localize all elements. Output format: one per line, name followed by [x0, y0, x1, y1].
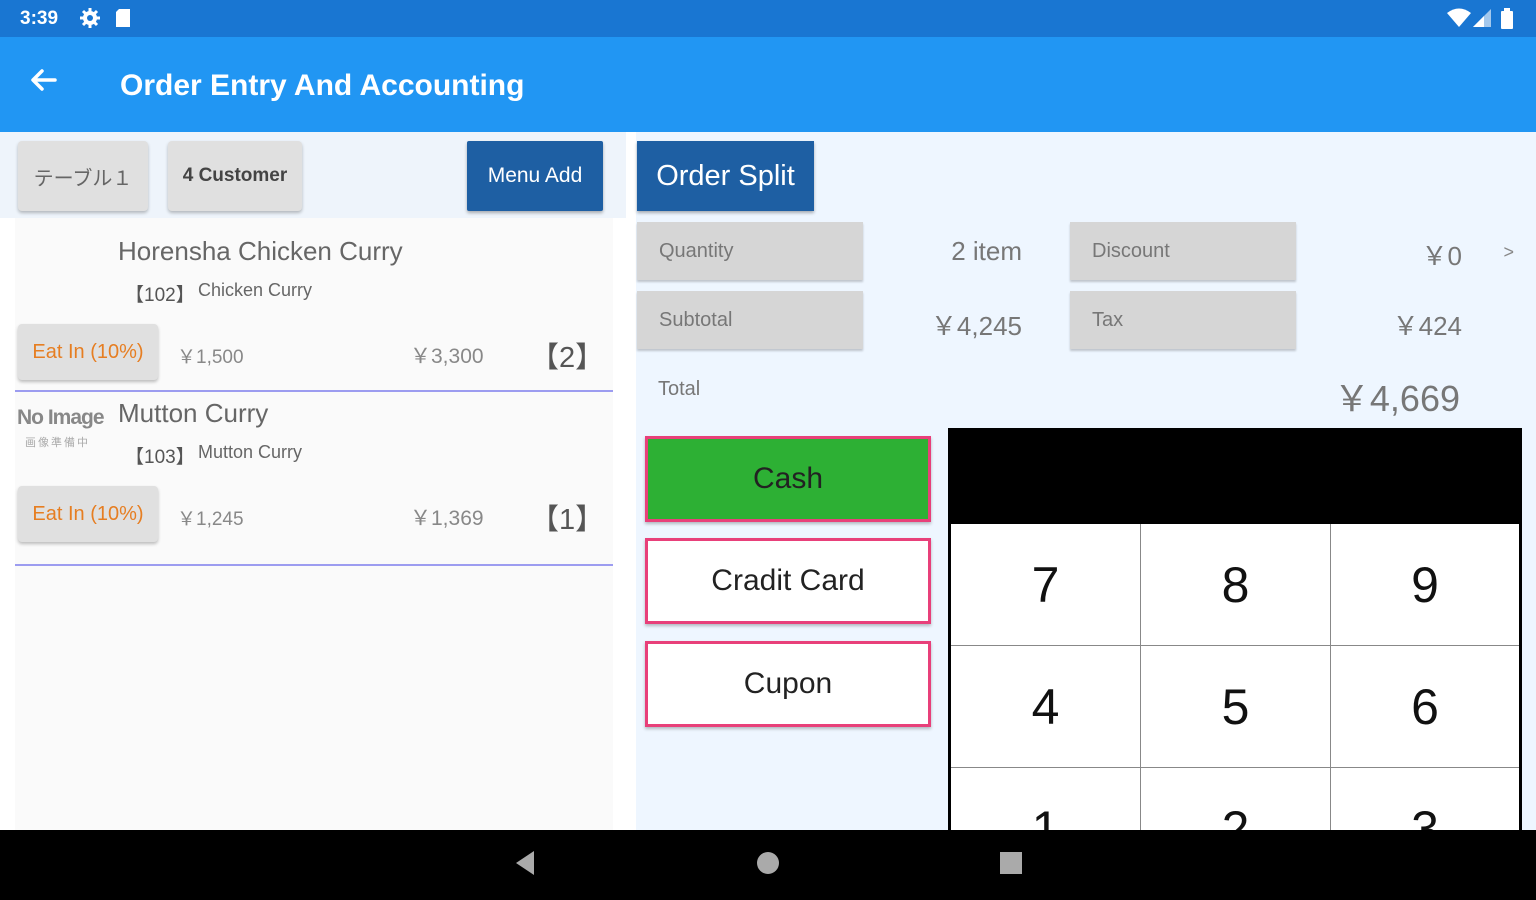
item-quantity[interactable]: 【2】 [530, 334, 604, 376]
key-1[interactable]: 1 [951, 768, 1141, 830]
unit-price: ￥1,245 [177, 509, 244, 530]
key-8[interactable]: 8 [1141, 524, 1331, 646]
item-name: Mutton Curry [118, 398, 269, 428]
item-code-name: Mutton Curry [198, 442, 303, 462]
system-nav-bar [0, 830, 1536, 900]
key-7[interactable]: 7 [951, 524, 1141, 646]
quantity-value: 2 item [951, 236, 1022, 266]
order-item[interactable]: No Image 画像準備中 Mutton Curry 【103】 Mutton… [15, 392, 613, 566]
sd-card-icon [114, 8, 132, 33]
gear-icon [80, 8, 100, 33]
no-image-placeholder: No Image 画像準備中 [17, 406, 109, 450]
nav-back-button[interactable] [505, 850, 545, 880]
wifi-icon [1446, 8, 1472, 33]
tax-label: Tax [1070, 291, 1296, 349]
order-split-button[interactable]: Order Split [637, 141, 814, 211]
table-button[interactable]: テーブル１ [18, 141, 148, 211]
tax-value: ￥424 [1392, 311, 1462, 341]
unit-price: ￥1,500 [177, 347, 244, 368]
line-total: ￥3,300 [410, 345, 484, 368]
key-4[interactable]: 4 [951, 646, 1141, 768]
coupon-button[interactable]: Cupon [645, 641, 931, 727]
item-code-name: Chicken Curry [198, 280, 313, 300]
back-button[interactable] [28, 65, 78, 105]
item-quantity[interactable]: 【1】 [530, 496, 604, 538]
tax-type-button[interactable]: Eat In (10%) [18, 324, 158, 380]
key-5[interactable]: 5 [1141, 646, 1331, 768]
item-name: Horensha Chicken Curry [118, 236, 403, 266]
nav-home-button[interactable] [748, 850, 788, 880]
no-image-subtitle: 画像準備中 [25, 437, 90, 449]
subtotal-value: ￥4,245 [930, 311, 1022, 341]
chevron-right-icon[interactable]: > [1503, 242, 1514, 263]
key-2[interactable]: 2 [1141, 768, 1331, 830]
numeric-keypad: 7 8 9 4 5 6 1 2 3 [948, 428, 1522, 830]
battery-icon [1500, 8, 1514, 35]
key-6[interactable]: 6 [1331, 646, 1519, 768]
item-code: 【103】 [125, 447, 195, 468]
keypad-display [951, 431, 1519, 524]
app-bar: Order Entry And Accounting [0, 37, 1536, 132]
tax-type-button[interactable]: Eat In (10%) [18, 486, 158, 542]
arrow-left-icon [28, 69, 58, 99]
status-time: 3:39 [20, 8, 59, 29]
order-item[interactable]: Horensha Chicken Curry 【102】 Chicken Cur… [15, 218, 613, 392]
order-toolbar: テーブル１ 4 Customer Menu Add [0, 132, 626, 218]
quantity-label: Quantity [637, 222, 863, 280]
line-total: ￥1,369 [410, 507, 484, 530]
signal-icon [1472, 8, 1492, 33]
total-value: ￥4,669 [1333, 378, 1460, 419]
cash-button[interactable]: Cash [645, 436, 931, 522]
back-triangle-icon [512, 849, 538, 882]
menu-add-button[interactable]: Menu Add [467, 141, 603, 211]
key-3[interactable]: 3 [1331, 768, 1519, 830]
item-code: 【102】 [125, 285, 195, 306]
nav-recents-button[interactable] [991, 850, 1031, 880]
page-title: Order Entry And Accounting [120, 69, 525, 102]
subtotal-label: Subtotal [637, 291, 863, 349]
no-image-title: No Image [17, 406, 105, 429]
credit-card-button[interactable]: Cradit Card [645, 538, 931, 624]
key-9[interactable]: 9 [1331, 524, 1519, 646]
customers-button[interactable]: 4 Customer [168, 141, 302, 211]
discount-value[interactable]: ￥0 [1336, 236, 1462, 273]
recents-square-icon [999, 851, 1023, 880]
order-list: Horensha Chicken Curry 【102】 Chicken Cur… [15, 218, 613, 830]
status-bar: 3:39 [0, 0, 1536, 37]
keypad-keys: 7 8 9 4 5 6 1 2 3 [951, 524, 1519, 830]
accounting-panel: Order Split Quantity 2 item Discount ￥0 … [636, 132, 1536, 830]
order-panel: テーブル１ 4 Customer Menu Add Horensha Chick… [0, 132, 626, 830]
total-label: Total [658, 378, 701, 400]
home-circle-icon [755, 850, 781, 881]
discount-label[interactable]: Discount [1070, 222, 1296, 280]
